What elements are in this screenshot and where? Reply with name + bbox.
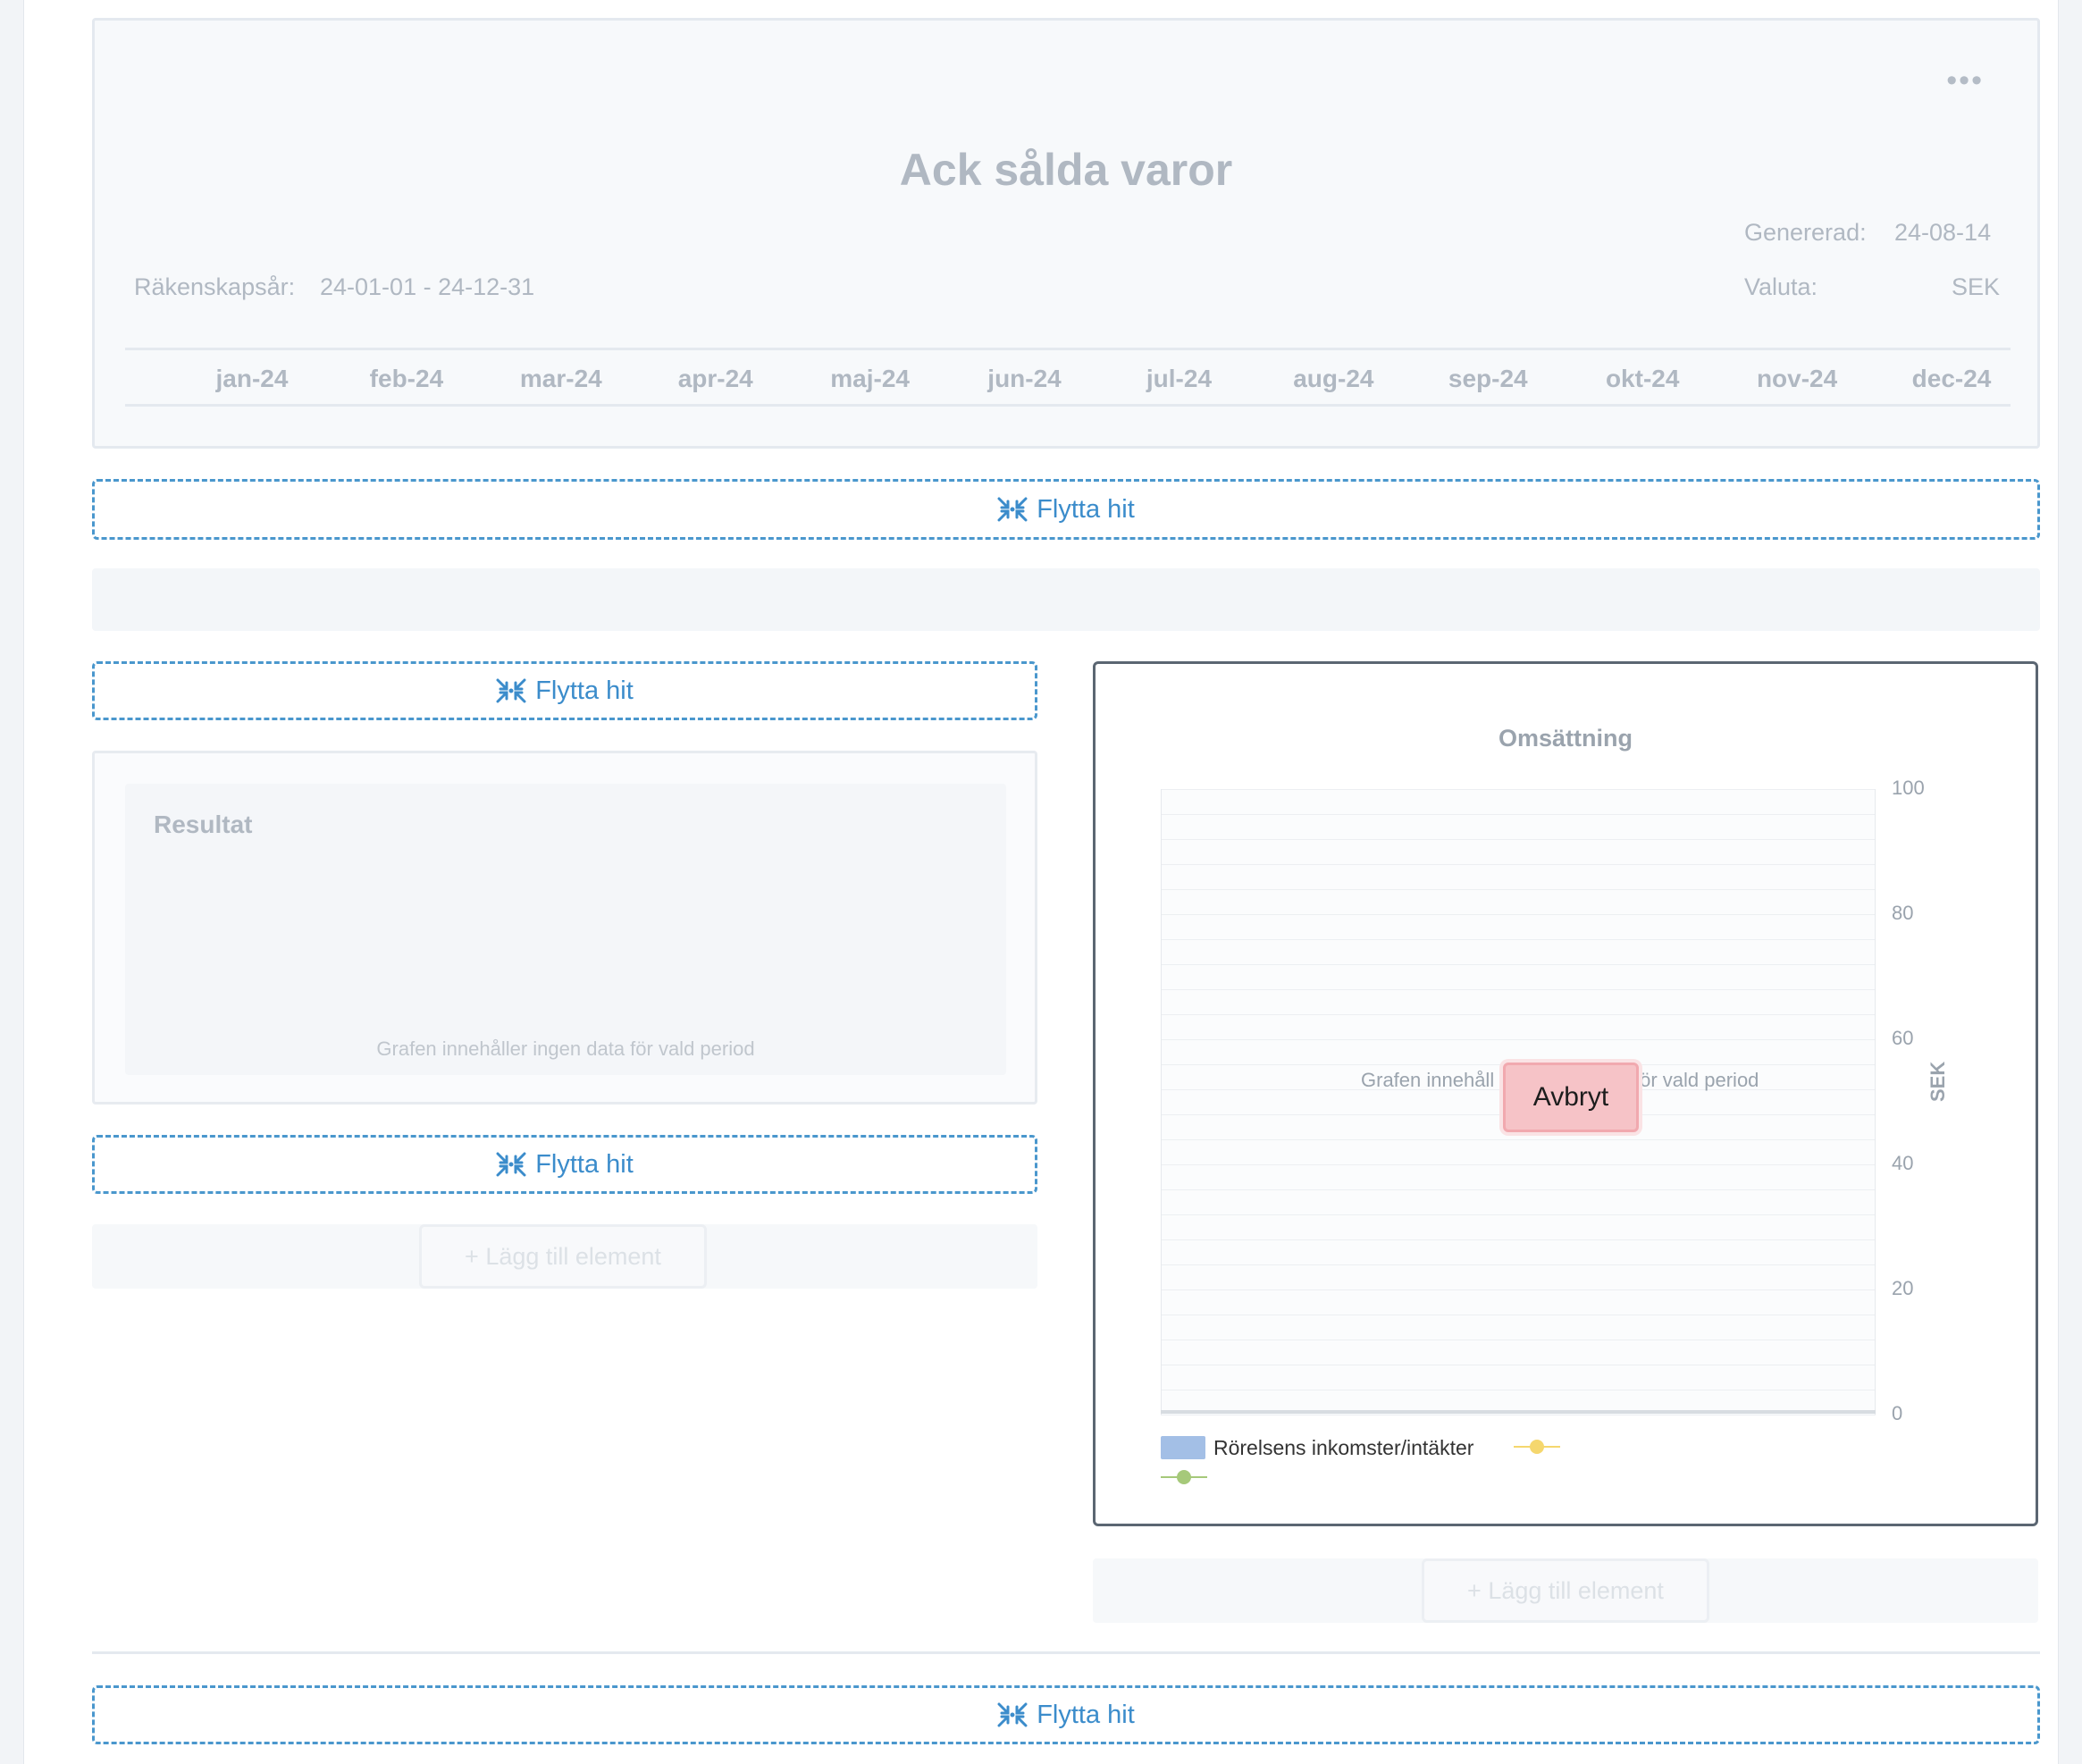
month-header-apr-24: apr-24 — [677, 365, 753, 392]
plot-border-right — [1875, 789, 1876, 1415]
collapse-arrows-icon — [496, 678, 526, 703]
generated-value: 24-08-14 — [1894, 219, 1992, 246]
gridline — [1161, 939, 1876, 940]
result-widget[interactable]: Resultat Grafen innehåller ingen data fö… — [92, 751, 1037, 1105]
gridline — [1161, 964, 1876, 965]
y-axis-label: SEK — [1927, 1061, 1949, 1102]
drop-zone-label: Flytta hit — [1037, 494, 1135, 524]
legend-swatch-bar-series — [1161, 1436, 1205, 1459]
fiscal-year-value: 24-01-01 - 24-12-31 — [320, 273, 535, 300]
collapse-arrows-icon — [997, 1702, 1028, 1727]
gridline — [1161, 1139, 1876, 1140]
drop-zone-left-bottom[interactable]: Flytta hit — [92, 1135, 1037, 1194]
y-tick-label: 100 — [1892, 777, 1925, 799]
report-title: Ack sålda varor — [899, 145, 1233, 195]
gridline — [1161, 1264, 1876, 1265]
drop-zone-label: Flytta hit — [1037, 1700, 1135, 1729]
month-header-mar-24: mar-24 — [519, 365, 602, 392]
legend-label-bar-series[interactable]: Rörelsens inkomster/intäkter — [1213, 1436, 1473, 1460]
gridline — [1161, 1014, 1876, 1015]
gridline — [1161, 989, 1876, 990]
generated-label: Genererad: — [1744, 219, 1867, 246]
section-divider — [92, 1651, 2040, 1654]
gridline — [1161, 1214, 1876, 1215]
report-page: ••• Ack sålda varor Genererad: 24-08-14 … — [23, 0, 2059, 1764]
month-header-jan-24: jan-24 — [215, 365, 289, 392]
gridline — [1161, 1164, 1876, 1165]
report-card-ack-salda-varor[interactable]: ••• Ack sålda varor Genererad: 24-08-14 … — [92, 18, 2040, 449]
collapse-arrows-icon — [997, 497, 1028, 522]
gridline — [1161, 839, 1876, 840]
chart-empty-message-left: Grafen innehåll — [1361, 1069, 1495, 1091]
y-tick-label: 40 — [1892, 1152, 1914, 1174]
currency-label: Valuta: — [1744, 273, 1818, 300]
y-tick-label: 60 — [1892, 1027, 1914, 1049]
month-header-nov-24: nov-24 — [1756, 365, 1838, 392]
empty-row-placeholder — [92, 568, 2040, 631]
add-element-strip-right: + Lägg till element — [1093, 1558, 2038, 1623]
gridline — [1161, 1239, 1876, 1240]
gridline — [1161, 814, 1876, 815]
result-empty-message: Grafen innehåller ingen data för vald pe… — [376, 1037, 755, 1060]
gridline — [1161, 889, 1876, 890]
gridline — [1161, 1289, 1876, 1290]
revenue-chart-widget[interactable]: Omsättning 0 20 40 60 80 100 SEK Grafen inneh… — [1093, 661, 2038, 1526]
add-element-button-left[interactable]: + Lägg till element — [419, 1224, 707, 1289]
gridline — [1161, 1039, 1876, 1040]
more-options-icon[interactable]: ••• — [1946, 65, 1984, 96]
x-axis-baseline — [1161, 1410, 1876, 1414]
month-header-maj-24: maj-24 — [830, 365, 910, 392]
drop-zone-label: Flytta hit — [535, 1149, 634, 1179]
chart-empty-message-right: för vald period — [1634, 1069, 1759, 1091]
drop-zone-left-top[interactable]: Flytta hit — [92, 661, 1037, 720]
gridline — [1161, 914, 1876, 915]
add-element-button-right[interactable]: + Lägg till element — [1422, 1558, 1709, 1623]
y-tick-label: 20 — [1892, 1277, 1914, 1299]
fiscal-year-label: Räkenskapsår: — [134, 273, 296, 300]
collapse-arrows-icon — [496, 1152, 526, 1177]
gridline — [1161, 1189, 1876, 1190]
month-header-jul-24: jul-24 — [1146, 365, 1213, 392]
month-header-dec-24: dec-24 — [1911, 365, 1992, 392]
result-title: Resultat — [154, 811, 253, 838]
month-header-row: jan-24 feb-24 mar-24 apr-24 maj-24 jun-24 jul-… — [125, 348, 2011, 407]
y-tick-label: 0 — [1892, 1402, 1903, 1424]
month-header-sep-24: sep-24 — [1448, 365, 1528, 392]
y-tick-label: 80 — [1892, 902, 1914, 924]
chart-title: Omsättning — [1498, 725, 1633, 752]
gridline — [1161, 789, 1876, 790]
cancel-button[interactable]: Avbryt — [1503, 1063, 1639, 1132]
plot-border-left — [1161, 789, 1162, 1415]
drop-zone-label: Flytta hit — [535, 676, 634, 705]
add-element-strip-left: + Lägg till element — [92, 1224, 1037, 1289]
month-header-jun-24: jun-24 — [987, 365, 1062, 392]
legend-marker-yellow-series[interactable] — [1514, 1438, 1560, 1456]
drop-zone-top[interactable]: Flytta hit — [92, 479, 2040, 540]
drop-zone-bottom[interactable]: Flytta hit — [92, 1685, 2040, 1744]
month-header-feb-24: feb-24 — [369, 365, 444, 392]
month-header-aug-24: aug-24 — [1293, 365, 1374, 392]
result-chart-area: Resultat Grafen innehåller ingen data fö… — [125, 784, 1006, 1075]
gridline — [1161, 864, 1876, 865]
month-header-okt-24: okt-24 — [1605, 365, 1680, 392]
currency-value: SEK — [1951, 273, 2000, 300]
legend-marker-green-series[interactable] — [1161, 1468, 1207, 1486]
